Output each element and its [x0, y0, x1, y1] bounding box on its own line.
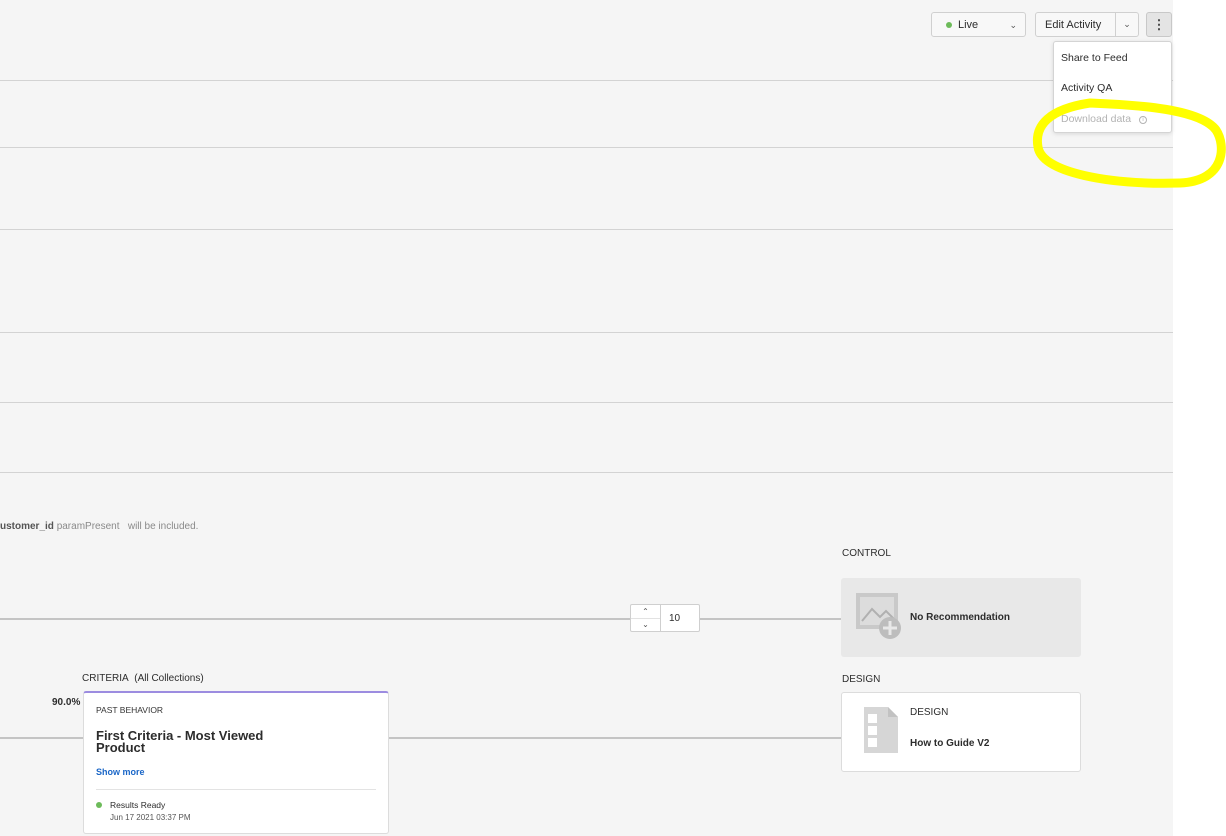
section-divider: [0, 472, 1173, 473]
criteria-title: First Criteria - Most Viewed Product: [96, 728, 264, 755]
show-more-link[interactable]: Show more: [96, 767, 145, 777]
chevron-up-icon[interactable]: ⌃: [631, 605, 660, 619]
results-status-label: Results Ready: [110, 800, 166, 810]
criteria-collection: (All Collections): [134, 673, 204, 684]
more-vertical-icon: ⋮: [1152, 16, 1166, 32]
menu-item-activity-qa[interactable]: Activity QA: [1061, 82, 1112, 94]
flow-line: [0, 737, 83, 739]
audience-suffix: will be included.: [127, 521, 199, 532]
chevron-down-icon: ⌄: [1009, 20, 1017, 30]
criteria-label: CRITERIA: [82, 673, 129, 684]
flow-line: [389, 737, 841, 739]
control-card-title: No Recommendation: [910, 612, 1011, 623]
control-label: CONTROL: [842, 548, 891, 559]
flow-line: [0, 618, 630, 620]
traffic-percent: 90.0%: [52, 697, 81, 708]
more-actions-menu: Share to Feed Activity QA Download data i: [1053, 41, 1172, 133]
status-picker[interactable]: Live ⌄: [931, 12, 1026, 37]
criteria-eyebrow: PAST BEHAVIOR: [96, 705, 164, 715]
section-divider: [0, 229, 1173, 230]
download-data-label: Download data: [1061, 113, 1132, 125]
edit-activity-split-button: Edit Activity ⌄: [1035, 12, 1139, 37]
section-divider: [0, 402, 1173, 403]
stepper-value[interactable]: 10: [661, 605, 680, 631]
more-actions-button[interactable]: ⋮: [1146, 12, 1172, 37]
info-icon[interactable]: i: [1139, 116, 1148, 124]
design-card[interactable]: DESIGN How to Guide V2: [841, 692, 1081, 772]
status-label: Live: [958, 18, 979, 31]
menu-item-share-to-feed[interactable]: Share to Feed: [1061, 52, 1128, 64]
card-divider: [96, 789, 376, 790]
section-divider: [0, 332, 1173, 333]
results-status: Results Ready: [96, 800, 165, 810]
design-card-label: DESIGN: [910, 707, 949, 718]
audience-field: ustomer_id: [0, 521, 54, 532]
audience-condition: paramPresent: [56, 521, 120, 532]
design-label: DESIGN: [842, 674, 881, 685]
control-card[interactable]: No Recommendation: [841, 578, 1081, 657]
criteria-card[interactable]: PAST BEHAVIOR First Criteria - Most View…: [83, 691, 389, 834]
design-card-name: How to Guide V2: [910, 738, 990, 749]
criteria-header: CRITERIA (All Collections): [82, 673, 204, 684]
live-status-dot: [946, 21, 952, 28]
stepper-arrows: ⌃ ⌄: [631, 605, 661, 631]
edit-activity-button[interactable]: Edit Activity: [1036, 19, 1115, 31]
flow-line: [700, 618, 841, 620]
section-divider: [0, 80, 1173, 81]
chevron-down-icon[interactable]: ⌄: [631, 619, 660, 632]
menu-item-download-data: Download data i: [1061, 113, 1148, 125]
quantity-stepper: ⌃ ⌄ 10: [630, 604, 700, 632]
section-divider: [0, 147, 1173, 148]
document-icon: [864, 707, 898, 753]
audience-note: ustomer_id paramPresent will be included…: [0, 521, 198, 532]
image-add-icon: [856, 593, 901, 639]
chevron-down-icon[interactable]: ⌄: [1116, 19, 1138, 30]
ready-status-dot: [96, 802, 102, 808]
results-date: Jun 17 2021 03:37 PM: [110, 813, 191, 822]
